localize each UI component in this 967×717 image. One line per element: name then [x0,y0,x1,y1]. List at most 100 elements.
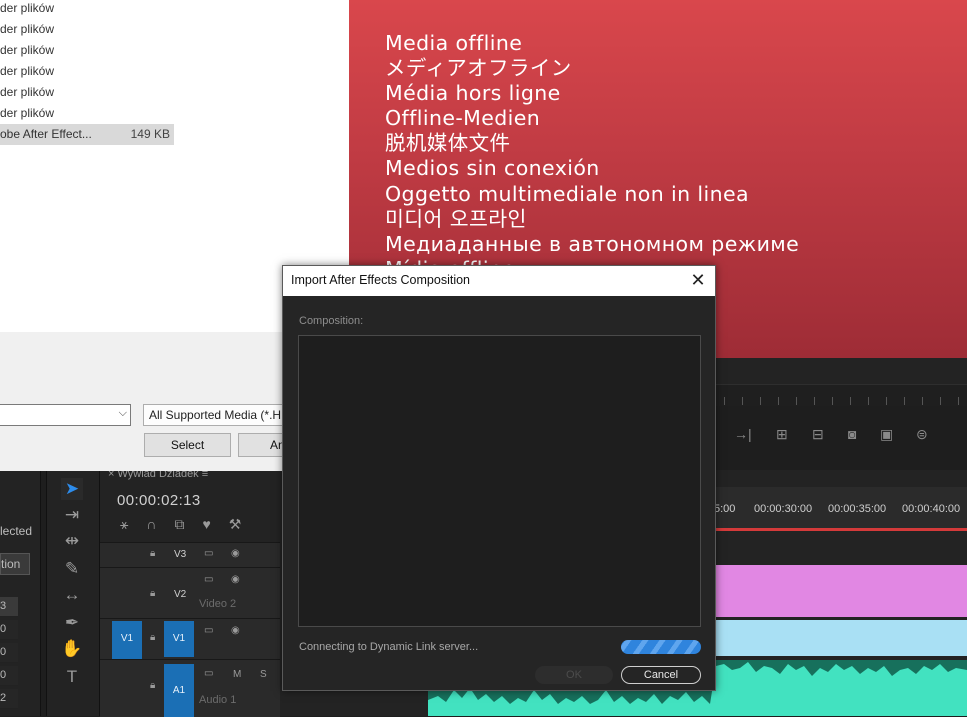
track-select-icon[interactable]: ⇥ [61,504,83,526]
file-name: der plików [0,43,55,57]
file-name: der plików [0,106,55,120]
type-icon[interactable]: T [61,666,83,688]
project-panel: lected tion 3 0 0 0 2 [0,470,41,716]
lift-icon[interactable]: ⊞ [776,426,788,443]
file-name: der plików [0,1,55,15]
import-ae-composition-dialog: Import After Effects Composition ✕ Compo… [282,265,716,691]
composition-list[interactable] [298,335,701,627]
list-item[interactable]: der plików [0,103,174,124]
file-name: der plików [0,85,55,99]
timeline-ruler[interactable]: 5:00 00:00:30:00 00:00:35:00 00:00:40:00 [714,487,967,529]
file-size: 149 KB [130,127,170,141]
video-clip-v2[interactable] [716,565,967,617]
ok-button[interactable]: OK [535,666,613,684]
marker-icon[interactable]: ♥ [202,516,210,532]
track-label: V2 [174,589,187,600]
video-clip-v1[interactable] [716,620,967,656]
track-name: Audio 1 [199,694,237,706]
composition-label: Composition: [299,315,364,327]
target-track-v1[interactable]: V1 [164,621,194,657]
dialog-titlebar[interactable]: Import After Effects Composition ✕ [283,266,715,296]
ruler-label: 5:00 [714,503,736,515]
list-item[interactable]: der plików [0,40,174,61]
go-to-out-icon[interactable]: →| [734,426,752,442]
track-label: V1 [172,633,186,644]
track-header-v1[interactable]: V1 🔒︎ V1 ▭ ◉ [100,618,280,659]
sync-lock-icon[interactable]: ▭ [204,548,213,559]
sync-lock-icon[interactable]: ▭ [204,625,213,636]
pen-icon[interactable]: ✒ [61,612,83,634]
offline-line: Oggetto multimediale non in linea [385,181,749,206]
list-cell: 2 [0,689,18,709]
razor-icon[interactable]: ✎ [61,558,83,580]
chevron-down-icon[interactable]: ⌵ [119,407,127,420]
export-frame-icon[interactable]: ◙ [848,426,856,442]
column-header-label: tion [1,557,21,571]
ruler-label: 00:00:30:00 [754,503,813,515]
select-button[interactable]: Select [144,433,231,457]
lock-icon[interactable]: 🔒︎ [150,548,155,559]
timecode-display[interactable]: 00:00:02:13 [117,492,201,509]
track-name: Video 2 [199,598,237,610]
sync-lock-icon[interactable]: ▭ [204,574,213,585]
nest-icon[interactable]: ⚹ [120,516,128,532]
linked-selection-icon[interactable]: ⧉ [174,516,184,532]
work-area-bar [716,528,967,531]
file-name-input[interactable]: ⌵ [0,404,131,426]
settings-wrench-icon[interactable]: ⚒ [229,516,242,532]
slip-icon[interactable]: ↔ [61,584,83,606]
list-item-selected[interactable]: obe After Effect... 149 KB [0,124,174,145]
list-cell: 0 [0,620,18,640]
offline-line: Medios sin conexión [385,156,600,181]
lock-icon[interactable]: 🔒︎ [150,588,155,599]
snap-icon[interactable]: ∩ [146,516,156,532]
dialog-title: Import After Effects Composition [291,273,471,287]
list-item[interactable]: der plików [0,19,174,40]
monitor-transport-controls: →| ⊞ ⊟ ◙ ▣ ⊜ [716,406,967,462]
track-header-v2[interactable]: 🔒︎ V2 ▭ ◉ Video 2 [100,567,280,618]
sync-lock-icon[interactable]: ▭ [204,668,213,679]
list-cell: 0 [0,643,18,663]
lock-icon[interactable]: 🔒︎ [150,680,155,691]
status-text: Connecting to Dynamic Link server... [299,641,479,653]
close-icon[interactable]: ✕ [687,269,709,291]
list-item[interactable]: der plików [0,0,174,19]
tools-panel: ➤ ⇥ ⇹ ✎ ↔ ✒ ✋ T [46,470,100,716]
lock-icon[interactable]: 🔒︎ [150,632,155,643]
offline-line: 脱机媒体文件 [385,131,511,156]
list-cell: 0 [0,666,18,686]
eye-icon[interactable]: ◉ [231,574,240,585]
track-header-a1[interactable]: 🔒︎ A1 ▭ M S Audio 1 [100,659,280,717]
offline-line: Media offline [385,31,523,55]
list-cell: 3 [0,597,18,617]
source-patch-v1[interactable]: V1 [112,621,142,659]
offline-line: 미디어 오프라인 [385,206,527,231]
media-offline-text: Media offline メディアオフライン Média hors ligne… [385,31,799,282]
ripple-edit-icon[interactable]: ⇹ [61,530,83,552]
hand-icon[interactable]: ✋ [61,638,83,660]
track-label: V3 [174,549,187,560]
cancel-button[interactable]: Cancel [621,666,701,684]
monitor-ruler[interactable] [716,384,967,407]
offline-line: Медиаданные в автономном режиме [385,231,800,256]
selection-tool-icon[interactable]: ➤ [61,478,83,500]
extract-icon[interactable]: ⊟ [812,426,824,443]
track-label: A1 [172,685,186,696]
list-item[interactable]: der plików [0,61,174,82]
column-header[interactable]: tion [0,553,30,575]
source-patch-label: V1 [120,633,134,644]
eye-icon[interactable]: ◉ [231,625,240,636]
progress-bar [621,640,701,654]
eye-icon[interactable]: ◉ [231,548,240,559]
file-name: der plików [0,22,55,36]
comparison-view-icon[interactable]: ▣ [880,426,893,443]
solo-button[interactable]: S [260,669,267,680]
track-header-v3[interactable]: 🔒︎ V3 ▭ ◉ [100,542,280,567]
file-name: obe After Effect... [0,127,92,141]
list-item[interactable]: der plików [0,82,174,103]
target-track-a1[interactable]: A1 [164,664,194,717]
items-selected-label: lected [0,524,33,538]
vr-video-icon[interactable]: ⊜ [916,426,928,443]
offline-line: メディアオフライン [385,56,572,81]
mute-button[interactable]: M [233,669,241,680]
